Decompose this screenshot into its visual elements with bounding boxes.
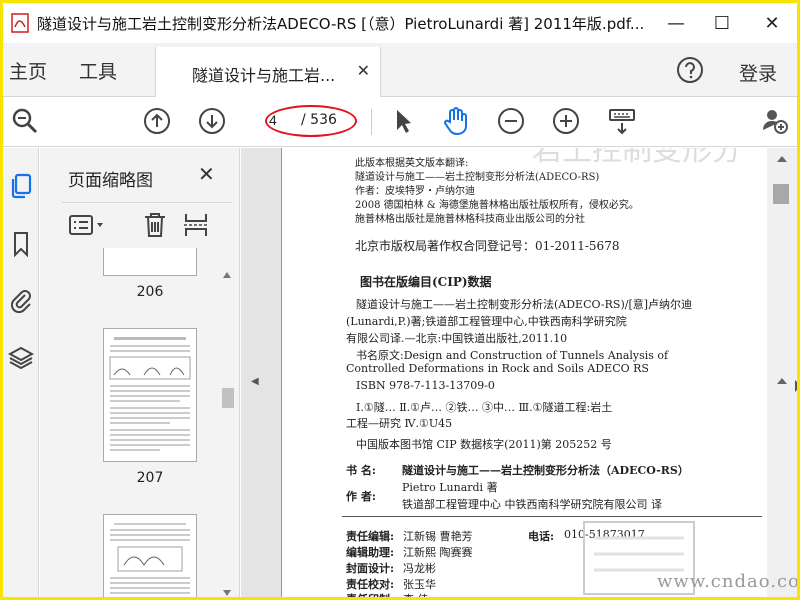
toolbar-divider (371, 109, 372, 135)
doc-line: 书名原文:Design and Construction of Tunnels … (356, 349, 669, 362)
doc-line: 北京市版权局著作权合同登记号：01-2011-5678 (355, 239, 620, 253)
editor-label: 责任编辑: (346, 530, 395, 543)
thumbnail-page[interactable] (103, 248, 197, 276)
thumbnail-tools (62, 202, 232, 244)
select-pointer-icon[interactable] (387, 105, 419, 137)
document-tab-label: 隧道设计与施工岩... (192, 66, 336, 85)
print-label: 责任印制: (346, 593, 395, 600)
add-user-icon[interactable] (759, 105, 791, 137)
book-value: 隧道设计与施工——岩土控制变形分析法（ADECO-RS） (402, 464, 689, 477)
collapse-panel-arrow-icon[interactable]: ◀ (251, 376, 259, 387)
thumbnail-page[interactable] (103, 328, 197, 462)
translator-value: 铁道部工程管理中心 中铁西南科学研究院有限公司 译 (402, 498, 662, 511)
assistant-label: 编辑助理: (346, 546, 395, 559)
doc-line: 工程—研究 Ⅳ.①U45 (346, 417, 453, 430)
hand-tool-icon[interactable] (440, 105, 472, 137)
document-page: 岩土控制变形分 此版本根据英文版本翻译: 隧道设计与施工——岩土控制变形分析法(… (281, 148, 767, 600)
previous-page-icon[interactable] (141, 105, 173, 137)
site-watermark: www.cndao.com (657, 571, 800, 592)
print-value: 李 佳 (403, 593, 429, 600)
doc-line: Controlled Deformations in Rock and Soil… (346, 362, 649, 375)
zoom-out-icon[interactable] (495, 105, 527, 137)
tab-tools[interactable]: 工具 (79, 57, 117, 84)
svg-text:岩土控制变形分: 岩土控制变形分 (532, 148, 742, 166)
thumbnail-preview (110, 523, 190, 594)
doc-line: 2008 德国柏林 & 海德堡施普林格出版社版权所有，侵权必究。 (355, 200, 639, 211)
doc-line: 此版本根据英文版本翻译: (355, 158, 469, 169)
doc-line: 施普林格出版社是施普林格科技商业出版公司的分社 (355, 214, 585, 225)
tab-home[interactable]: 主页 (9, 57, 47, 84)
login-button[interactable]: 登录 (739, 59, 777, 86)
delete-page-icon[interactable] (142, 211, 168, 239)
proof-value: 张玉华 (403, 578, 436, 591)
section-divider (342, 516, 762, 517)
thumbnail-preview (109, 337, 191, 451)
thumbnail-list: 206 207 (40, 248, 224, 597)
app-window: 隧道设计与施工岩土控制变形分析法ADECO-RS [（意）PietroLunar… (0, 0, 800, 600)
thumbnail-scrollbar[interactable] (220, 268, 234, 597)
acrobat-logo-icon (9, 12, 31, 34)
tab-bar: 主页 工具 隧道设计与施工岩... ✕ 登录 (3, 43, 797, 97)
page-thumbnails-icon[interactable] (7, 172, 35, 200)
close-panel-button[interactable]: ✕ (198, 162, 215, 186)
proof-label: 责任校对: (346, 578, 395, 591)
thumbnail-panel-title: 页面缩略图 (68, 171, 153, 191)
doc-line: 隧道设计与施工——岩土控制变形分析法(ADECO-RS)/[意]卢纳尔迪 (356, 298, 693, 311)
doc-line: 中国版本图书馆 CIP 数据核字(2011)第 205252 号 (356, 438, 612, 451)
book-label: 书 名: (346, 464, 376, 477)
thumbnail-options-icon[interactable] (68, 211, 108, 239)
cover-label: 封面设计: (346, 562, 395, 575)
document-scrollbar[interactable] (767, 148, 797, 597)
thumbnail-page-number: 207 (136, 470, 164, 486)
left-rail (3, 148, 39, 597)
extract-page-icon[interactable] (182, 211, 210, 239)
layers-icon[interactable] (7, 344, 35, 372)
author-value: Pietro Lunardi 著 (402, 481, 498, 494)
author-label: 作 者: (346, 490, 376, 503)
next-page-icon[interactable] (196, 105, 228, 137)
keyboard-scroll-icon[interactable] (606, 105, 638, 137)
thumbnail-page[interactable] (103, 514, 197, 597)
attachment-icon[interactable] (7, 286, 35, 314)
editor-value: 江新锡 曹艳芳 (403, 530, 473, 543)
highlight-ellipse (265, 105, 357, 137)
window-title: 隧道设计与施工岩土控制变形分析法ADECO-RS [（意）PietroLunar… (37, 14, 645, 33)
help-icon[interactable] (675, 55, 705, 85)
cover-value: 冯龙彬 (403, 562, 436, 575)
close-tab-button[interactable]: ✕ (357, 61, 370, 80)
bookmark-icon[interactable] (7, 230, 35, 258)
thumbnail-scrollbar-thumb[interactable] (222, 388, 234, 408)
expand-right-panel-arrow-icon[interactable] (795, 377, 797, 396)
doc-heading: 图书在版编目(CIP)数据 (360, 275, 492, 289)
page-number-box: / 536 (265, 105, 357, 137)
minimize-button[interactable]: — (653, 3, 699, 43)
title-bar: 隧道设计与施工岩土控制变形分析法ADECO-RS [（意）PietroLunar… (3, 3, 797, 43)
tab-document[interactable]: 隧道设计与施工岩... ✕ (155, 47, 381, 97)
doc-line: Ⅰ.①隧… Ⅱ.①卢… ②铁… ③中… Ⅲ.①隧道工程:岩土 (356, 401, 613, 414)
zoom-search-icon[interactable] (9, 105, 41, 137)
maximize-button[interactable]: ☐ (699, 3, 745, 43)
doc-line: 隧道设计与施工——岩土控制变形分析法(ADECO-RS) (355, 172, 600, 183)
doc-line: 作者：皮埃特罗・卢纳尔迪 (355, 186, 475, 197)
zoom-in-icon[interactable] (550, 105, 582, 137)
close-window-button[interactable]: ✕ (749, 3, 795, 43)
assistant-value: 江新熙 陶赛赛 (403, 546, 473, 559)
doc-line: 有限公司译.—北京:中国铁道出版社,2011.10 (346, 332, 568, 345)
thumbnail-page-number: 206 (136, 284, 164, 300)
document-scrollbar-thumb[interactable] (773, 184, 789, 204)
toolbar: / 536 (3, 97, 797, 147)
doc-line: ISBN 978-7-113-13709-0 (356, 379, 495, 392)
phone-label: 电话: (528, 530, 555, 543)
thumbnail-panel: 页面缩略图 ✕ 206 207 (40, 148, 240, 597)
doc-line: (Lunardi,P.)著;铁道部工程管理中心,中铁西南科学研究院 (346, 315, 627, 328)
